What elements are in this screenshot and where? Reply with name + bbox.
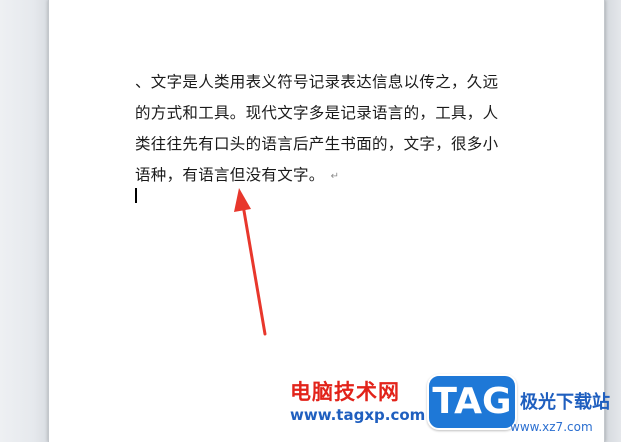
watermark-side-url: www.xz7.com — [510, 420, 593, 434]
watermark: 电脑技术网 www.tagxp.com TAG 极光下载站 www.xz7.co… — [278, 366, 621, 442]
watermark-site-name: 电脑技术网 — [290, 380, 400, 404]
watermark-url: www.tagxp.com — [290, 406, 426, 424]
watermark-side-text: 极光下载站 — [520, 392, 610, 413]
tag-logo: TAG — [427, 374, 517, 430]
arrow-head — [234, 188, 251, 212]
arrow-shaft — [241, 203, 267, 336]
